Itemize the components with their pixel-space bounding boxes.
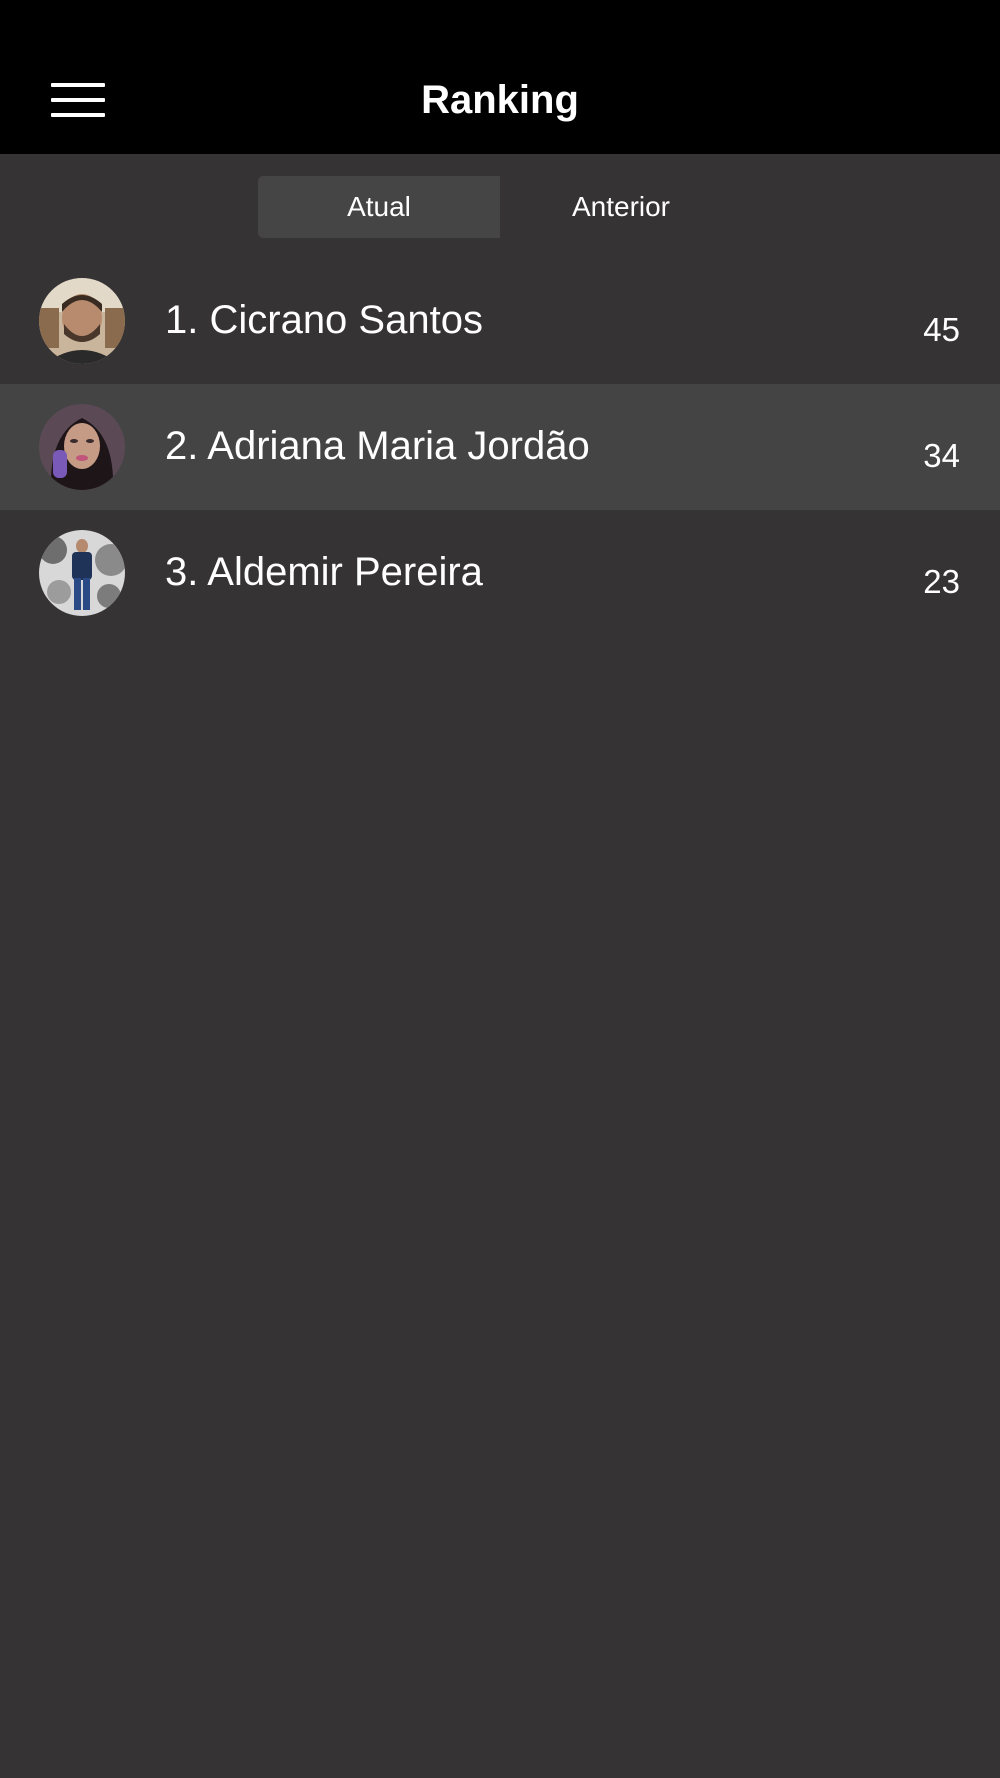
user-photo-avatar bbox=[39, 404, 125, 490]
ranking-score: 23 bbox=[923, 563, 960, 600]
ranking-row-2[interactable]: 2. Adriana Maria Jordão 34 bbox=[0, 384, 1000, 510]
page-title: Ranking bbox=[421, 78, 579, 122]
user-photo-avatar bbox=[39, 278, 125, 364]
ranking-list: 1. Cicrano Santos 45 2. Adriana Maria Jo… bbox=[0, 258, 1000, 636]
ranking-name: 3. Aldemir Pereira bbox=[165, 550, 483, 594]
tab-anterior[interactable]: Anterior bbox=[500, 176, 742, 238]
period-segmented-control: Atual Anterior bbox=[258, 176, 742, 238]
tab-atual[interactable]: Atual bbox=[258, 176, 500, 238]
ranking-row-3[interactable]: 3. Aldemir Pereira 23 bbox=[0, 510, 1000, 636]
ranking-row-1[interactable]: 1. Cicrano Santos 45 bbox=[0, 258, 1000, 384]
ranking-score: 34 bbox=[923, 437, 960, 474]
ranking-score: 45 bbox=[923, 311, 960, 348]
ranking-screen: Ranking Atual Anterior 1. Cicrano Santos bbox=[0, 0, 1000, 1778]
user-photo-avatar bbox=[39, 530, 125, 616]
ranking-name: 2. Adriana Maria Jordão bbox=[165, 424, 590, 468]
ranking-name: 1. Cicrano Santos bbox=[165, 298, 483, 342]
navigation-bar: Ranking bbox=[0, 0, 1000, 154]
